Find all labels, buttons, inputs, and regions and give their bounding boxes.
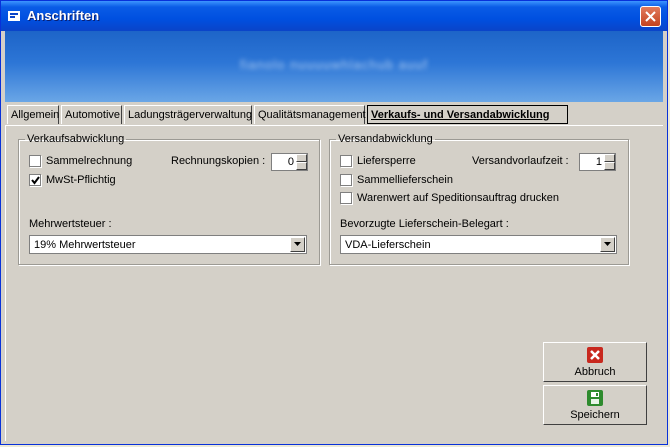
title-bar[interactable]: Anschriften — [1, 1, 667, 31]
mehrwertsteuer-label: Mehrwertsteuer : — [29, 218, 112, 230]
checkmark-icon — [31, 176, 40, 185]
spin-up-icon[interactable] — [604, 154, 615, 162]
mwst-pflichtig-checkbox[interactable] — [29, 174, 41, 186]
abbruch-button[interactable]: Abbruch — [543, 342, 647, 382]
abbruch-label: Abbruch — [574, 366, 616, 378]
close-button[interactable] — [640, 6, 661, 27]
verkaufsabwicklung-legend: Verkaufsabwicklung — [27, 133, 125, 145]
sammellieferschein-checkbox[interactable] — [340, 174, 352, 186]
rechnungskopien-label: Rechnungskopien : — [171, 155, 266, 167]
company-banner: fianolo nuuuuwhlachub auuf — [5, 31, 663, 102]
banner-text: fianolo nuuuuwhlachub auuf — [240, 57, 428, 72]
cancel-icon — [587, 347, 603, 363]
belegart-label: Bevorzugte Lieferschein-Belegart : — [340, 218, 509, 230]
tab-automotive[interactable]: Automotive — [61, 105, 122, 124]
speichern-button[interactable]: Speichern — [543, 385, 647, 425]
anschriften-window: Anschriften fianolo nuuuuwhlachub auuf A… — [0, 0, 668, 445]
warenwert-checkbox[interactable] — [340, 192, 352, 204]
tab-allgemein[interactable]: Allgemein — [7, 105, 59, 124]
mehrwertsteuer-select[interactable]: 19% Mehrwertsteuer — [29, 235, 307, 254]
sammelrechnung-checkbox[interactable] — [29, 155, 41, 167]
spin-down-icon[interactable] — [296, 162, 307, 170]
rechnungskopien-spinner[interactable]: 0 — [271, 153, 308, 171]
belegart-value: VDA-Lieferschein — [345, 239, 431, 251]
tab-qualitaetsmanagement[interactable]: Qualitätsmanagement — [254, 105, 366, 124]
versandvorlaufzeit-value: 1 — [595, 156, 602, 168]
versandabwicklung-legend: Versandabwicklung — [338, 133, 433, 145]
liefersperre-label: Liefersperre — [357, 155, 416, 167]
spin-down-icon[interactable] — [604, 162, 615, 170]
spin-up-icon[interactable] — [296, 154, 307, 162]
sammelrechnung-label: Sammelrechnung — [46, 155, 133, 167]
speichern-label: Speichern — [570, 409, 620, 421]
tab-verkauf-versand[interactable]: Verkaufs- und Versandabwicklung — [367, 105, 568, 124]
tab-ladungstraegerverwaltung[interactable]: Ladungsträgerverwaltung — [124, 105, 252, 124]
mehrwertsteuer-value: 19% Mehrwertsteuer — [34, 239, 136, 251]
liefersperre-checkbox[interactable] — [340, 155, 352, 167]
chevron-down-icon — [604, 242, 611, 246]
versandvorlaufzeit-label: Versandvorlaufzeit : — [472, 155, 569, 167]
tab-panel: Verkaufsabwicklung Sammelrechnung MwSt-P… — [5, 125, 663, 441]
app-icon — [8, 11, 20, 21]
dropdown-button[interactable] — [290, 237, 305, 252]
close-icon — [645, 11, 656, 22]
dropdown-button[interactable] — [600, 237, 615, 252]
rechnungskopien-value: 0 — [287, 156, 294, 168]
belegart-select[interactable]: VDA-Lieferschein — [340, 235, 617, 254]
chevron-down-icon — [294, 242, 301, 246]
warenwert-label: Warenwert auf Speditionsauftrag drucken — [357, 192, 559, 204]
versandvorlaufzeit-spinner[interactable]: 1 — [579, 153, 616, 171]
save-icon — [587, 390, 603, 406]
mwst-pflichtig-label: MwSt-Pflichtig — [46, 174, 116, 186]
sammellieferschein-label: Sammellieferschein — [357, 174, 453, 186]
window-title: Anschriften — [27, 8, 100, 23]
